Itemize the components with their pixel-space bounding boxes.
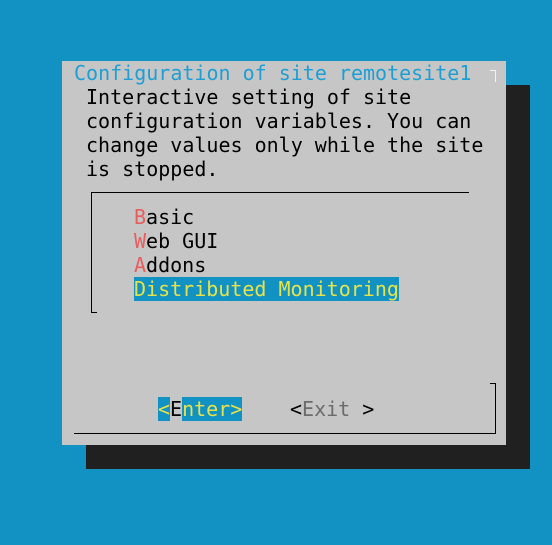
menu-item-web-gui[interactable]: Web GUI	[134, 229, 218, 253]
exit-button-label: Exit	[302, 397, 351, 421]
enter-button-hotkey: E	[170, 397, 183, 421]
menu-item-label: asic	[146, 205, 195, 229]
dialog-frame-top-corner	[490, 70, 496, 71]
exit-button[interactable]: <Exit >	[290, 397, 374, 421]
config-dialog: Configuration of site remotesite1 Intera…	[62, 61, 506, 445]
menu-item-hotkey: A	[134, 253, 147, 277]
menu-item-addons[interactable]: Addons	[134, 253, 206, 277]
menu-item-distributed-monitoring[interactable]: Distributed Monitoring	[134, 277, 399, 301]
enter-button-open-bracket: <	[158, 397, 171, 421]
description-line-1: Interactive setting of site	[86, 85, 412, 109]
dialog-frame-right-tick	[490, 383, 496, 384]
description-line-4: is stopped.	[86, 157, 219, 181]
description-line-2: configuration variables. You can	[86, 109, 472, 133]
menu-item-label: ddons	[146, 253, 207, 277]
menu-box-bottom-left	[91, 312, 97, 313]
menu-item-hotkey: D	[134, 277, 147, 301]
menu-item-basic[interactable]: Basic	[134, 205, 194, 229]
menu-item-label: istributed Monitoring	[146, 277, 399, 301]
enter-button[interactable]: <Enter>	[158, 397, 243, 421]
dialog-frame-right-bottom	[495, 383, 496, 433]
menu-item-label: eb GUI	[146, 229, 219, 253]
menu-box-left	[91, 192, 92, 313]
menu-item-hotkey: B	[134, 205, 147, 229]
enter-button-label: nter	[182, 397, 231, 421]
exit-button-close-bracket: >	[350, 397, 375, 421]
menu-box-top	[91, 192, 469, 193]
menu-item-hotkey: W	[134, 229, 147, 253]
dialog-frame-right-top	[495, 70, 496, 82]
dialog-title: Configuration of site remotesite1	[74, 61, 472, 85]
dialog-frame-bottom	[74, 433, 496, 434]
description-line-3: change values only while the site	[86, 133, 484, 157]
exit-button-open-bracket: <	[290, 397, 303, 421]
enter-button-close-bracket: >	[230, 397, 243, 421]
